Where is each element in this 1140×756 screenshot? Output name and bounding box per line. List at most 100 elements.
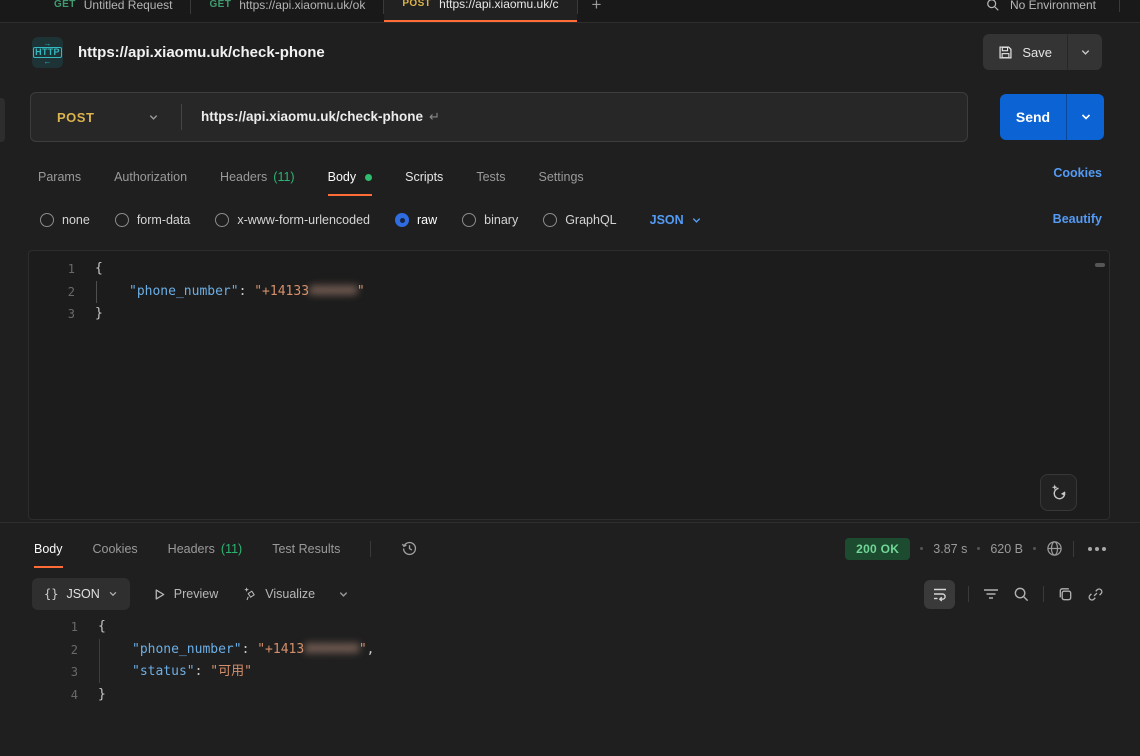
code-line: 1 { — [29, 258, 1109, 281]
return-hint: ↵ — [429, 110, 440, 125]
send-options-button[interactable] — [1067, 94, 1104, 140]
headers-count: (11) — [221, 542, 242, 556]
search-icon[interactable] — [1013, 586, 1030, 603]
radio-graphql[interactable]: GraphQL — [543, 213, 616, 227]
radio-icon — [543, 213, 557, 227]
tab-scripts[interactable]: Scripts — [405, 158, 443, 196]
topbar-divider — [1119, 0, 1120, 12]
wrap-text-icon — [932, 586, 948, 602]
response-format-dropdown[interactable]: {} JSON — [32, 578, 130, 610]
response-tab-body[interactable]: Body — [34, 530, 63, 568]
chevron-down-icon — [148, 112, 159, 123]
response-time[interactable]: 3.87 s — [933, 542, 967, 556]
body-type-options: none form-data x-www-form-urlencoded raw… — [40, 204, 702, 236]
play-icon — [153, 588, 166, 601]
tab-label: https://api.xiaomu.uk/c — [439, 0, 558, 11]
radio-raw[interactable]: raw — [395, 213, 437, 227]
copy-icon[interactable] — [1057, 586, 1074, 603]
chevron-down-icon — [1080, 111, 1092, 123]
beautify-link[interactable]: Beautify — [1053, 212, 1102, 226]
response-history-icon[interactable] — [401, 540, 418, 557]
tab-method-badge: POST — [402, 0, 431, 9]
visualize-button[interactable]: Visualize — [241, 586, 315, 602]
send-button[interactable]: Send — [1000, 94, 1066, 140]
request-body-editor[interactable]: 1 { 2 "phone_number": "+14133#######" 3 … — [28, 250, 1110, 520]
response-tab-test-results[interactable]: Test Results — [272, 530, 340, 568]
request-tab-2[interactable]: GET https://api.xiaomu.uk/ok — [191, 0, 383, 22]
save-label: Save — [1022, 45, 1052, 60]
save-button-group: Save — [983, 34, 1102, 70]
history-clock-icon — [401, 540, 418, 557]
request-header: → HTTP ← https://api.xiaomu.uk/check-pho… — [32, 30, 1104, 74]
headers-count: (11) — [273, 170, 294, 184]
radio-none[interactable]: none — [40, 213, 90, 227]
body-content-dot — [365, 174, 372, 181]
code-line: 4 } — [28, 684, 1110, 707]
redacted-phone-digits: ######## — [304, 639, 359, 662]
code-line: 3 } — [29, 303, 1109, 326]
tab-body[interactable]: Body — [328, 158, 373, 196]
status-badge[interactable]: 200 OK — [845, 538, 910, 560]
link-icon[interactable] — [1087, 586, 1104, 603]
new-tab-button[interactable]: + — [592, 0, 602, 15]
save-button[interactable]: Save — [983, 34, 1067, 70]
response-meta: 200 OK 3.87 s 620 B — [845, 530, 1106, 567]
more-options-icon[interactable] — [1088, 547, 1106, 551]
indent-guide — [96, 281, 97, 303]
preview-button[interactable]: Preview — [153, 587, 218, 601]
save-options-button[interactable] — [1068, 34, 1102, 70]
response-actions — [924, 578, 1104, 610]
response-tab-headers[interactable]: Headers(11) — [168, 530, 243, 568]
method-dropdown[interactable]: POST — [31, 93, 181, 141]
radio-icon — [215, 213, 229, 227]
tab-params[interactable]: Params — [38, 158, 81, 196]
tab-method-badge: GET — [209, 0, 231, 10]
wrap-text-button[interactable] — [924, 580, 955, 609]
response-tab-cookies[interactable]: Cookies — [93, 530, 138, 568]
radio-icon — [40, 213, 54, 227]
code-line: 2 "phone_number": "+14133#######" — [29, 281, 1109, 304]
response-body-viewer[interactable]: 1 { 2 "phone_number": "+1413########", 3… — [28, 616, 1110, 756]
workspace-tab-bar: GET Untitled Request GET https://api.xia… — [0, 0, 1140, 23]
method-label: POST — [57, 110, 94, 125]
tab-label: https://api.xiaomu.uk/ok — [239, 0, 365, 12]
chevron-down-icon — [1080, 47, 1091, 58]
chevron-down-icon[interactable] — [338, 589, 349, 600]
url-divider — [181, 104, 182, 130]
search-icon — [986, 0, 1000, 12]
tab-settings[interactable]: Settings — [539, 158, 584, 196]
response-size[interactable]: 620 B — [990, 542, 1023, 556]
language-dropdown[interactable]: JSON — [650, 213, 702, 227]
sidebar-collapse-handle[interactable] — [0, 98, 5, 142]
toolbar-divider — [370, 541, 371, 557]
cookies-link[interactable]: Cookies — [1053, 166, 1102, 180]
radio-icon — [115, 213, 129, 227]
request-tab-active[interactable]: POST https://api.xiaomu.uk/c — [384, 0, 576, 22]
tab-headers[interactable]: Headers(11) — [220, 158, 295, 196]
chevron-down-icon — [108, 589, 118, 599]
save-icon — [998, 45, 1013, 60]
url-input[interactable]: https://api.xiaomu.uk/check-phone↵ — [201, 109, 440, 125]
http-protocol-icon: → HTTP ← — [32, 37, 63, 68]
tab-method-badge: GET — [54, 0, 76, 10]
filter-icon[interactable] — [982, 586, 1000, 602]
radio-x-www-form-urlencoded[interactable]: x-www-form-urlencoded — [215, 213, 370, 227]
tab-authorization[interactable]: Authorization — [114, 158, 187, 196]
radio-form-data[interactable]: form-data — [115, 213, 191, 227]
code-line: 3 "status": "可用" — [28, 661, 1110, 684]
chevron-down-icon — [691, 215, 702, 226]
tab-tests[interactable]: Tests — [476, 158, 505, 196]
request-tabs: Params Authorization Headers(11) Body Sc… — [38, 158, 584, 196]
editor-scrollbar-thumb[interactable] — [1095, 263, 1105, 267]
network-globe-icon[interactable] — [1046, 540, 1063, 557]
redacted-phone-digits: ####### — [309, 281, 357, 304]
code-line: 1 { — [28, 616, 1110, 639]
pane-divider[interactable] — [0, 522, 1140, 523]
environment-selector[interactable]: No Environment — [986, 0, 1096, 22]
request-title: https://api.xiaomu.uk/check-phone — [78, 44, 325, 61]
postbot-button[interactable] — [1040, 474, 1077, 511]
radio-binary[interactable]: binary — [462, 213, 518, 227]
request-tab-1[interactable]: GET Untitled Request — [36, 0, 190, 22]
tab-label: Untitled Request — [84, 0, 173, 12]
environment-label: No Environment — [1010, 0, 1096, 12]
